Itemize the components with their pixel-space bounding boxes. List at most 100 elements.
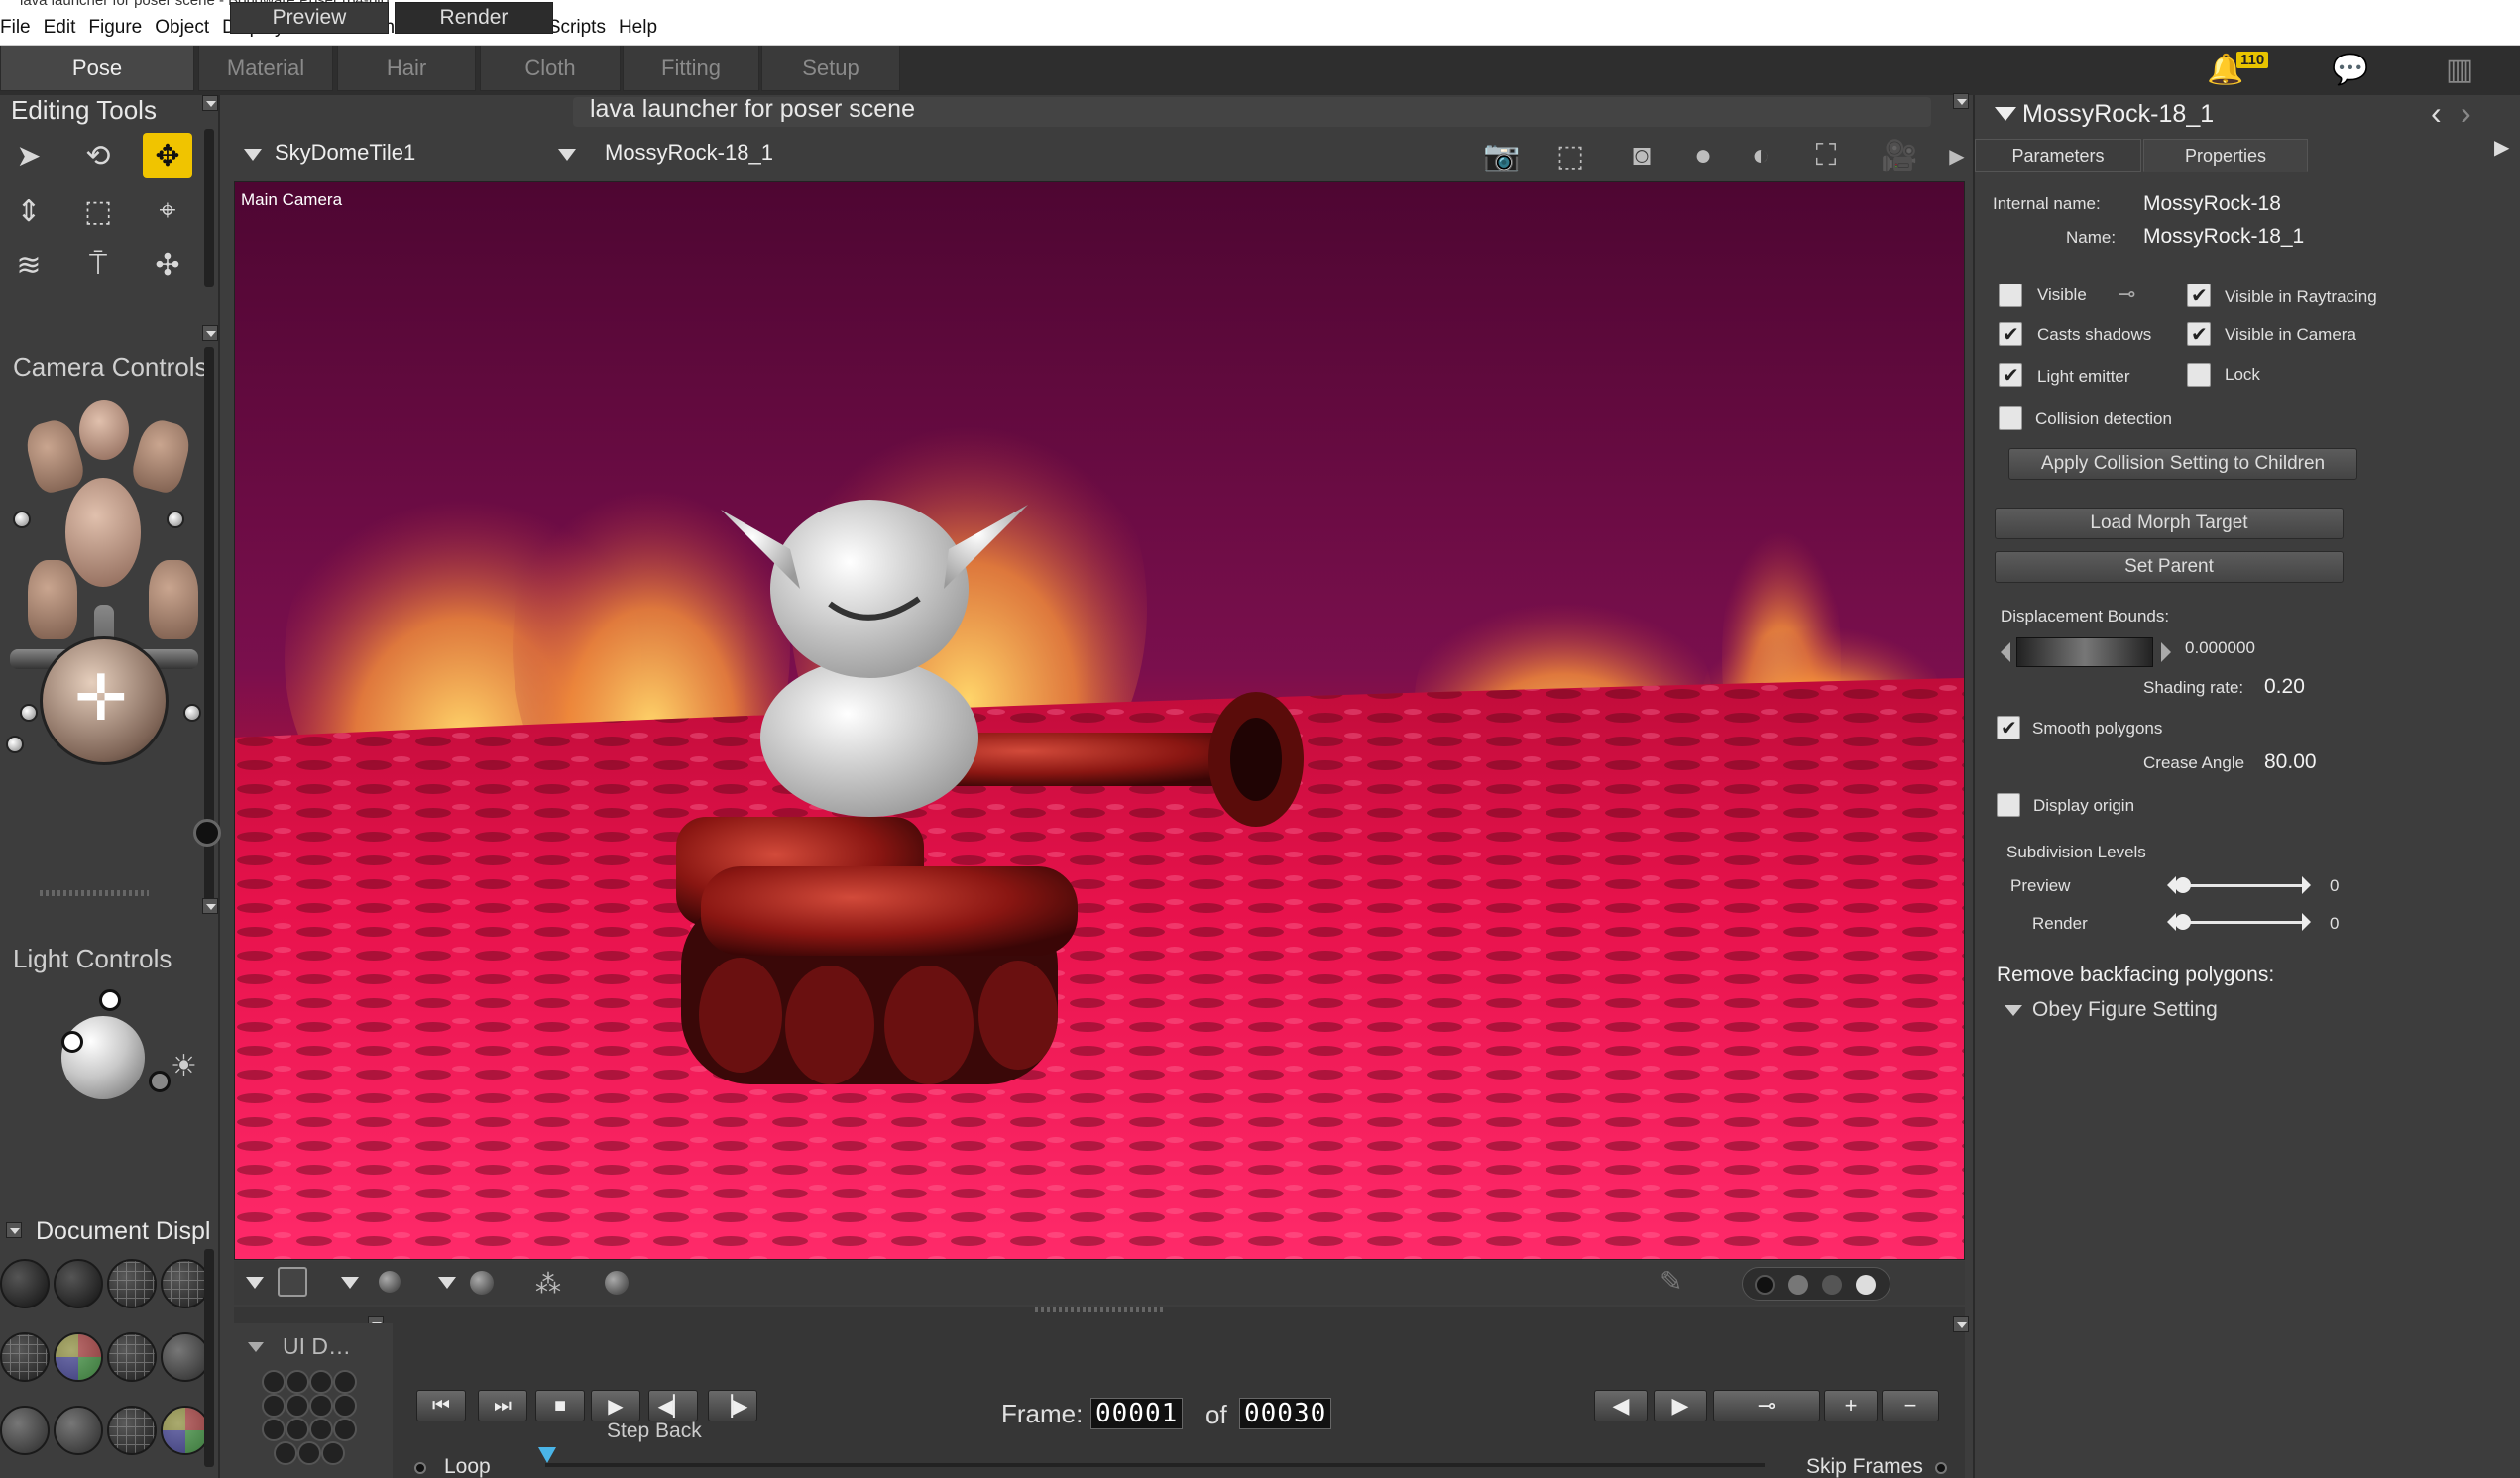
document-display-collapse-icon[interactable] bbox=[6, 1222, 22, 1238]
room-tab-hair[interactable]: Hair bbox=[337, 46, 476, 91]
subdiv-render-slider-knob[interactable] bbox=[2175, 914, 2191, 930]
menu-scripts[interactable]: Scripts bbox=[548, 17, 617, 39]
visible-in-raytracing-checkbox[interactable] bbox=[2187, 284, 2211, 308]
backfacing-dropdown-chevron-icon[interactable] bbox=[2005, 1005, 2022, 1016]
pencil-icon[interactable]: ✎ bbox=[1660, 1265, 1682, 1298]
display-style-smooth-lined[interactable] bbox=[107, 1406, 157, 1455]
apply-collision-to-children-button[interactable]: Apply Collision Setting to Children bbox=[2008, 448, 2357, 480]
display-style-wireframe[interactable] bbox=[107, 1259, 157, 1308]
delete-keyframe-button[interactable]: − bbox=[1882, 1390, 1939, 1421]
display-style-cartoon-line[interactable] bbox=[161, 1406, 210, 1455]
roll-camera-icon[interactable] bbox=[6, 736, 24, 753]
display-origin-checkbox[interactable] bbox=[1997, 793, 2020, 817]
sun-light-icon[interactable]: ☀ bbox=[171, 1049, 197, 1083]
render-quality-selector[interactable] bbox=[1742, 1267, 1890, 1301]
scale-icon[interactable]: ⬚ bbox=[73, 188, 123, 234]
display-style-silhouette[interactable] bbox=[0, 1259, 50, 1308]
chain-break-icon[interactable]: ⍑ bbox=[73, 242, 123, 287]
face-camera-icon[interactable] bbox=[79, 400, 129, 460]
name-field[interactable]: MossyRock-18_1 bbox=[2143, 225, 2304, 249]
render-dot-4[interactable] bbox=[1856, 1275, 1876, 1295]
visible-checkbox[interactable] bbox=[1999, 284, 2022, 307]
light-handle-1[interactable] bbox=[99, 989, 121, 1011]
subdiv-preview-slider-knob[interactable] bbox=[2175, 877, 2191, 893]
backfacing-dropdown[interactable]: Obey Figure Setting bbox=[2032, 998, 2218, 1022]
chat-icon[interactable]: 💬 bbox=[2326, 50, 2375, 89]
properties-scroll-right-icon[interactable]: ▶ bbox=[2494, 135, 2509, 160]
area-render-icon[interactable]: ⬚ bbox=[1548, 137, 1592, 174]
total-frames-field[interactable]: 00030 bbox=[1239, 1398, 1332, 1429]
camera-lock-knob[interactable] bbox=[193, 819, 221, 847]
visible-in-camera-checkbox[interactable] bbox=[2187, 322, 2211, 347]
menu-edit[interactable]: Edit bbox=[44, 17, 87, 39]
tracking-box-icon[interactable] bbox=[278, 1267, 307, 1297]
light-trackball[interactable] bbox=[61, 1016, 145, 1099]
multi-balls-icon[interactable]: ⁂ bbox=[535, 1269, 561, 1300]
3d-viewport[interactable] bbox=[234, 181, 1965, 1260]
light-handle-2[interactable] bbox=[61, 1031, 83, 1053]
document-menu-icon[interactable] bbox=[1953, 93, 1969, 109]
properties-collapse-icon[interactable] bbox=[1995, 107, 2016, 121]
crease-angle-value[interactable]: 80.00 bbox=[2264, 750, 2317, 774]
ground-camera-icon[interactable]: ⛶ bbox=[1804, 137, 1848, 174]
load-morph-target-button[interactable]: Load Morph Target bbox=[1995, 508, 2344, 539]
display-style-texture-shaded[interactable] bbox=[54, 1406, 103, 1455]
ui-dots-grid[interactable] bbox=[260, 1368, 359, 1467]
stop-button[interactable]: ■ bbox=[535, 1390, 585, 1421]
actor-select[interactable]: MossyRock-18_1 bbox=[605, 140, 773, 166]
select-arrow-icon[interactable]: ➤ bbox=[4, 133, 54, 178]
ui-dots-collapse-icon[interactable] bbox=[248, 1342, 264, 1352]
render-dot-2[interactable] bbox=[1788, 1275, 1808, 1295]
room-tab-material[interactable]: Material bbox=[198, 46, 333, 91]
figure-display-chevron-icon[interactable] bbox=[246, 1277, 264, 1289]
skip-frames-radio[interactable] bbox=[1935, 1462, 1947, 1474]
collision-detection-checkbox[interactable] bbox=[1999, 406, 2022, 430]
panel-divider-grip[interactable] bbox=[40, 890, 149, 896]
menu-object[interactable]: Object bbox=[155, 17, 220, 39]
camera-trackball[interactable] bbox=[40, 636, 169, 765]
menu-file[interactable]: File bbox=[0, 17, 42, 39]
focal-length-icon[interactable] bbox=[183, 704, 201, 722]
light-controls-menu-icon[interactable] bbox=[202, 898, 218, 914]
document-display-scrollbar[interactable] bbox=[204, 1249, 214, 1467]
scale-camera-icon[interactable] bbox=[20, 704, 38, 722]
posing-camera-right-icon[interactable] bbox=[149, 560, 198, 639]
editing-tools-scrollbar[interactable] bbox=[204, 129, 214, 287]
posing-camera-left-icon[interactable] bbox=[28, 560, 77, 639]
displacement-bounds-value[interactable]: 0.000000 bbox=[2185, 638, 2255, 658]
step-back-button[interactable]: ◀▏ bbox=[648, 1390, 698, 1421]
room-tab-pose[interactable]: Pose bbox=[0, 46, 194, 91]
sphere-preview-icon[interactable]: ◐ bbox=[1739, 137, 1782, 174]
keyframe-key-icon[interactable]: ⊸ bbox=[1713, 1390, 1820, 1421]
add-keyframe-button[interactable]: + bbox=[1824, 1390, 1878, 1421]
display-style-smooth-shaded[interactable] bbox=[0, 1406, 50, 1455]
timeline-menu-icon[interactable] bbox=[1953, 1316, 1969, 1332]
display-style-outline[interactable] bbox=[54, 1259, 103, 1308]
twist-icon[interactable]: ⌖ bbox=[143, 188, 192, 234]
element-style-ball-icon[interactable] bbox=[379, 1271, 401, 1293]
smooth-polygons-checkbox[interactable] bbox=[1997, 716, 2020, 740]
taper-icon[interactable]: ≋ bbox=[4, 242, 54, 287]
displacement-decrease-icon[interactable] bbox=[2001, 642, 2010, 662]
tab-render[interactable]: Render bbox=[395, 2, 553, 34]
tab-properties[interactable]: Properties bbox=[2143, 139, 2308, 172]
camera-controls-menu-icon[interactable] bbox=[202, 325, 218, 341]
subdiv-preview-slider[interactable] bbox=[2177, 884, 2306, 887]
camera-snapshot-icon[interactable]: 📷 bbox=[1480, 137, 1524, 174]
next-actor-icon[interactable]: › bbox=[2461, 95, 2471, 132]
camera-focus-icon[interactable]: ◙ bbox=[1620, 137, 1663, 174]
previous-actor-icon[interactable]: ‹ bbox=[2431, 95, 2442, 132]
tab-preview[interactable]: Preview bbox=[230, 2, 389, 34]
document-style-chevron-icon[interactable] bbox=[438, 1277, 456, 1289]
room-tab-fitting[interactable]: Fitting bbox=[623, 46, 759, 91]
library-icon[interactable]: ▥ bbox=[2435, 50, 2484, 89]
timeline-track[interactable] bbox=[545, 1463, 1765, 1467]
display-style-cartoon[interactable] bbox=[161, 1332, 210, 1382]
subdiv-preview-max-icon[interactable] bbox=[2302, 876, 2311, 894]
displacement-dial[interactable] bbox=[2016, 637, 2153, 667]
camera-select-chevron-icon[interactable] bbox=[244, 149, 262, 161]
shadow-toggle-icon[interactable]: ● bbox=[1681, 137, 1725, 174]
shading-rate-value[interactable]: 0.20 bbox=[2264, 675, 2305, 699]
tab-parameters[interactable]: Parameters bbox=[1975, 139, 2141, 172]
go-to-end-button[interactable]: ⏭ bbox=[478, 1390, 527, 1421]
